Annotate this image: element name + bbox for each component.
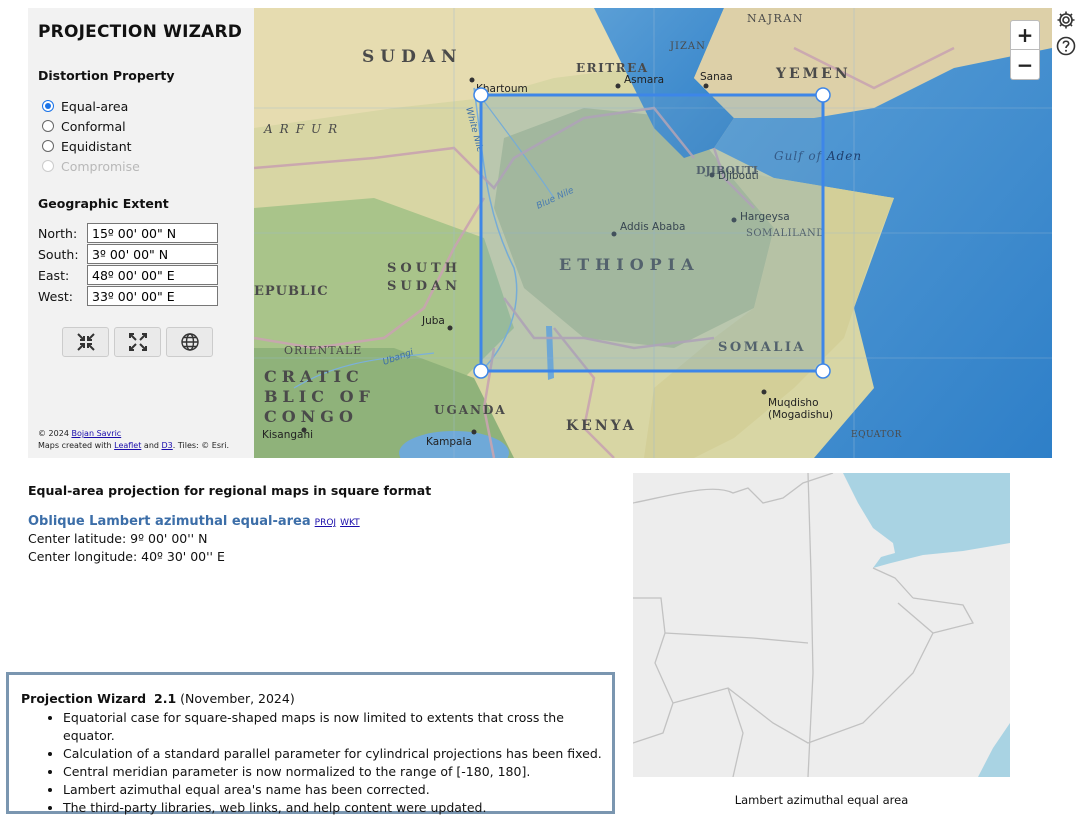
- radio-label: Equal-area: [61, 98, 129, 114]
- label-najran: NAJRAN: [747, 12, 804, 25]
- extent-box[interactable]: [479, 93, 825, 373]
- expand-icon: [128, 333, 147, 351]
- west-row: West:: [38, 286, 218, 306]
- control-panel: PROJECTION WIZARD Distortion Property Eq…: [28, 8, 254, 458]
- app-title: PROJECTION WIZARD: [38, 22, 243, 42]
- projection-row: Oblique Lambert azimuthal equal-area PRO…: [28, 514, 364, 529]
- collapse-extent-button[interactable]: [62, 327, 109, 357]
- north-row: North:: [38, 223, 218, 243]
- label-congo-2: BLIC OF: [264, 387, 375, 406]
- radio-conformal[interactable]: Conformal: [42, 117, 126, 135]
- list-item: Central meridian parameter is now normal…: [63, 763, 612, 781]
- radio-button-equidistant[interactable]: [42, 140, 54, 152]
- south-label: South:: [38, 246, 79, 262]
- west-input[interactable]: [87, 286, 218, 306]
- center-latitude: Center latitude: 9º 00' 00'' N: [28, 531, 208, 546]
- radio-button-compromise: [42, 160, 54, 172]
- label-sanaa: Sanaa: [700, 71, 733, 83]
- label-juba: Juba: [421, 315, 445, 327]
- label-south-sudan-2: SUDAN: [387, 279, 461, 294]
- radio-equidistant[interactable]: Equidistant: [42, 137, 132, 155]
- east-input[interactable]: [87, 265, 218, 285]
- release-notes-list: Equatorial case for square-shaped maps i…: [63, 709, 612, 817]
- wkt-link[interactable]: WKT: [340, 518, 360, 528]
- world-view-button[interactable]: [166, 327, 213, 357]
- label-kisangani: Kisangani: [262, 429, 313, 441]
- expand-extent-button[interactable]: [114, 327, 161, 357]
- geographic-extent-heading: Geographic Extent: [38, 196, 169, 211]
- radio-label: Equidistant: [61, 138, 132, 154]
- radio-compromise: Compromise: [42, 157, 140, 175]
- label-kampala: Kampala: [426, 436, 472, 448]
- label-south-sudan-1: SOUTH: [387, 261, 461, 276]
- app-name: Projection Wizard: [21, 691, 147, 706]
- proj-link[interactable]: PROJ: [315, 518, 336, 528]
- label-jizan: JIZAN: [669, 41, 706, 52]
- and-text: and: [141, 441, 162, 450]
- east-label: East:: [38, 267, 70, 283]
- east-row: East:: [38, 265, 218, 285]
- list-item: The third-party libraries, web links, an…: [63, 799, 612, 817]
- extent-handle-nw[interactable]: [473, 87, 489, 103]
- zoom-out-button[interactable]: −: [1010, 50, 1040, 80]
- south-input[interactable]: [87, 244, 218, 264]
- credits: © 2024 Bojan Savric Maps created with Le…: [38, 428, 229, 452]
- result-heading: Equal-area projection for regional maps …: [28, 483, 432, 498]
- label-congo-1: CRATIC: [264, 367, 364, 386]
- radio-button-conformal[interactable]: [42, 120, 54, 132]
- globe-icon: [180, 333, 199, 351]
- author-link[interactable]: Bojan Savric: [71, 429, 121, 438]
- gear-icon: [1057, 11, 1075, 29]
- distortion-property-heading: Distortion Property: [38, 68, 175, 83]
- label-mogadishu-1: Muqdisho: [768, 397, 819, 409]
- list-item: Equatorial case for square-shaped maps i…: [63, 709, 612, 745]
- center-longitude: Center longitude: 40º 30' 00'' E: [28, 549, 225, 564]
- tiles-credit-text: . Tiles: © Esri.: [172, 441, 230, 450]
- label-sudan: SUDAN: [362, 47, 463, 67]
- release-notes-heading: Projection Wizard 2.1 (November, 2024): [21, 691, 295, 706]
- label-congo-3: CONGO: [264, 407, 358, 426]
- list-item: Lambert azimuthal equal area's name has …: [63, 781, 612, 799]
- label-asmara: Asmara: [624, 74, 664, 86]
- extent-handle-ne[interactable]: [815, 87, 831, 103]
- zoom-in-button[interactable]: +: [1010, 20, 1040, 50]
- help-button[interactable]: [1055, 35, 1077, 57]
- map-view[interactable]: SUDAN NAJRAN ERITREA JIZAN YEMEN ARFUR D…: [254, 8, 1052, 458]
- label-yemen: YEMEN: [775, 66, 851, 82]
- leaflet-link[interactable]: Leaflet: [114, 441, 141, 450]
- label-orientale: ORIENTALE: [284, 344, 362, 357]
- label-kenya: KENYA: [566, 418, 637, 434]
- help-icon: [1056, 36, 1076, 56]
- label-republic: EPUBLIC: [254, 284, 329, 299]
- app-version: 2.1: [154, 691, 177, 706]
- settings-button[interactable]: [1055, 9, 1077, 31]
- extent-handle-se[interactable]: [815, 363, 831, 379]
- collapse-icon: [76, 333, 95, 351]
- label-uganda: UGANDA: [434, 403, 507, 417]
- radio-label: Compromise: [61, 158, 140, 174]
- radio-label: Conformal: [61, 118, 126, 134]
- label-equator: EQUATOR: [851, 430, 902, 440]
- label-darfur: ARFUR: [263, 122, 344, 136]
- d3-link[interactable]: D3: [162, 441, 173, 450]
- release-date: (November, 2024): [176, 691, 295, 706]
- south-row: South:: [38, 244, 218, 264]
- label-eritrea: ERITREA: [576, 61, 649, 75]
- radio-equal-area[interactable]: Equal-area: [42, 97, 128, 115]
- north-input[interactable]: [87, 223, 218, 243]
- north-label: North:: [38, 225, 78, 241]
- radio-button-equal-area[interactable]: [42, 100, 54, 112]
- west-label: West:: [38, 288, 73, 304]
- extent-handle-sw[interactable]: [473, 363, 489, 379]
- release-notes: Projection Wizard 2.1 (November, 2024) E…: [6, 672, 615, 817]
- maps-credit-text: Maps created with: [38, 441, 115, 450]
- label-mogadishu-2: (Mogadishu): [768, 409, 833, 421]
- copyright-text: © 2024: [38, 429, 72, 438]
- preview-caption: Lambert azimuthal equal area: [734, 793, 909, 807]
- projection-name[interactable]: Oblique Lambert azimuthal equal-area: [28, 514, 311, 529]
- list-item: Calculation of a standard parallel param…: [63, 745, 612, 763]
- projection-preview: [633, 473, 1010, 777]
